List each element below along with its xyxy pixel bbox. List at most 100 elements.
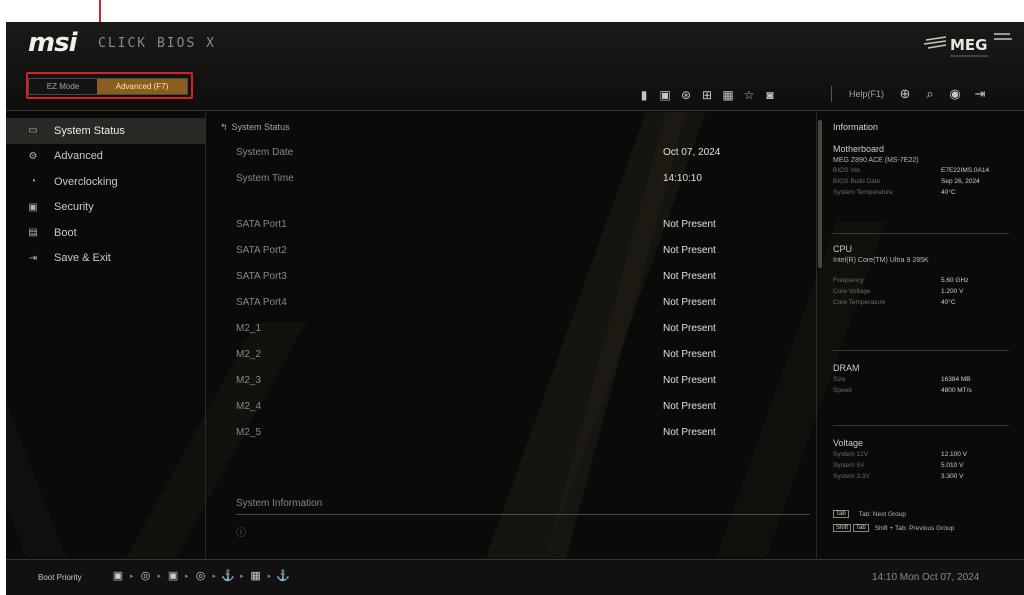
boot-priority-list: ▣ ▸ ◎ ▸ ▣ ▸ ◎ ▸ ⚓ ▸ ▦ ▸ ⚓ bbox=[111, 569, 290, 583]
fan-icon[interactable]: ⊛ bbox=[679, 88, 693, 102]
setting-value: Not Present bbox=[663, 323, 716, 334]
setting-label: SATA Port2 bbox=[236, 245, 287, 256]
section-title[interactable]: System Information bbox=[236, 498, 322, 509]
main-panel: ↰ System Status System Date Oct 07, 2024 S… bbox=[212, 112, 822, 558]
boot-icon: ▤ bbox=[28, 227, 38, 239]
sidebar-item-boot[interactable]: ▤ Boot bbox=[6, 220, 205, 246]
breadcrumb[interactable]: ↰ System Status bbox=[220, 122, 290, 133]
key-hint-text: Tab: Next Group bbox=[858, 510, 907, 518]
monitor-icon: ▭ bbox=[28, 125, 38, 137]
info-row: Core Temperature 40°C bbox=[833, 299, 956, 306]
utility-icons: ⊕ ⌕ ◉ ⇥ bbox=[897, 86, 988, 102]
info-row: Speed 4800 MT/s bbox=[833, 387, 972, 394]
clock-readout: 14:10 Mon Oct 07, 2024 bbox=[872, 572, 980, 583]
setting-label: M2_4 bbox=[236, 401, 262, 412]
group-heading: Voltage bbox=[833, 438, 864, 448]
group-heading: DRAM bbox=[833, 363, 860, 373]
exit-icon[interactable]: ⇥ bbox=[972, 86, 988, 102]
group-heading: CPU bbox=[833, 244, 853, 254]
usb-icon[interactable]: ▮ bbox=[637, 88, 651, 102]
hdd-icon[interactable]: ▣ bbox=[111, 569, 125, 583]
tab-key: Tab bbox=[833, 510, 849, 518]
sidebar-item-label: Overclocking bbox=[54, 175, 118, 188]
gauge-icon: ◔ bbox=[29, 176, 37, 188]
key-hint-text: Shift + Tab: Previous Group bbox=[874, 524, 955, 532]
arrow-icon: ▸ bbox=[240, 573, 244, 580]
setting-label: M2_2 bbox=[236, 349, 262, 360]
group-divider bbox=[833, 350, 1009, 351]
setting-row[interactable]: M2_4 Not Present bbox=[212, 398, 802, 418]
setting-row[interactable]: M2_5 Not Present bbox=[212, 424, 802, 444]
setting-value: Not Present bbox=[663, 297, 716, 308]
group-divider bbox=[833, 233, 1009, 234]
back-arrow-icon: ↰ bbox=[220, 122, 228, 132]
cpu-model: Intel(R) Core(TM) Ultra 9 285K bbox=[833, 257, 929, 264]
setting-row[interactable]: System Date Oct 07, 2024 bbox=[212, 144, 802, 164]
setting-row[interactable]: SATA Port4 Not Present bbox=[212, 294, 802, 314]
boot-priority-label: Boot Priority bbox=[38, 573, 82, 582]
motherboard-model: MEG Z890 ACE (MS-7E22) bbox=[833, 157, 919, 164]
setting-row[interactable]: SATA Port1 Not Present bbox=[212, 216, 802, 236]
setting-value[interactable]: 14:10:10 bbox=[663, 173, 702, 184]
exit-icon: ⇥ bbox=[28, 252, 38, 264]
arrow-icon: ▸ bbox=[130, 573, 134, 580]
screenshot-icon[interactable]: ◉ bbox=[947, 86, 963, 102]
info-row: System Temperature 40°C bbox=[833, 189, 956, 196]
sidebar: ▭ System Status ⚙ Advanced ◔ Overclockin… bbox=[6, 112, 206, 558]
sidebar-item-save-exit[interactable]: ⇥ Save & Exit bbox=[6, 246, 205, 272]
setting-row[interactable]: SATA Port3 Not Present bbox=[212, 268, 802, 288]
group-divider bbox=[833, 425, 1009, 426]
setting-value: Not Present bbox=[663, 271, 716, 282]
arrow-icon: ▸ bbox=[212, 573, 217, 580]
setting-row[interactable]: M2_1 Not Present bbox=[212, 320, 802, 340]
setting-row[interactable]: M2_2 Not Present bbox=[212, 346, 802, 366]
key-hint: Tab Tab: Next Group bbox=[833, 510, 906, 518]
memory-icon[interactable]: ▦ bbox=[721, 88, 735, 102]
setting-label: System Time bbox=[236, 173, 294, 184]
optical-disc-icon[interactable]: ◎ bbox=[139, 569, 153, 583]
group-heading: Motherboard bbox=[833, 144, 885, 154]
setting-value: Not Present bbox=[663, 375, 716, 386]
info-row: BIOS Build Date Sep 26, 2024 bbox=[833, 178, 980, 185]
setting-label: System Date bbox=[236, 147, 294, 158]
language-icon[interactable]: ⊕ bbox=[897, 86, 913, 102]
setting-value: Not Present bbox=[663, 427, 716, 438]
monitor-icon[interactable]: ⊞ bbox=[700, 88, 714, 102]
info-row: System 12V 12.100 V bbox=[833, 451, 968, 458]
setting-label: SATA Port4 bbox=[236, 297, 287, 308]
shift-key: Shift bbox=[833, 524, 852, 532]
usb-icon[interactable]: ⚓ bbox=[221, 569, 235, 583]
cpu-icon[interactable]: ▣ bbox=[658, 88, 672, 102]
search-icon[interactable]: ⌕ bbox=[922, 86, 938, 102]
meg-logo-text: MEG bbox=[950, 36, 988, 54]
sidebar-item-security[interactable]: ▣ Security bbox=[6, 195, 205, 221]
key-hint: Shift Tab Shift + Tab: Previous Group bbox=[833, 524, 954, 532]
setting-row[interactable]: M2_3 Not Present bbox=[212, 372, 802, 392]
setting-value[interactable]: Oct 07, 2024 bbox=[663, 147, 720, 158]
info-row: Frequency 5.60 GHz bbox=[833, 277, 969, 284]
help-button[interactable]: Help(F1) bbox=[849, 89, 884, 99]
sidebar-item-system-status[interactable]: ▭ System Status bbox=[6, 118, 205, 144]
setting-row[interactable]: SATA Port2 Not Present bbox=[212, 242, 802, 262]
setting-row[interactable]: System Time 14:10:10 bbox=[212, 170, 802, 190]
setting-label: SATA Port1 bbox=[236, 219, 287, 230]
setting-label: SATA Port3 bbox=[236, 271, 287, 282]
hdd-icon[interactable]: ▣ bbox=[166, 569, 180, 583]
sidebar-item-overclocking[interactable]: ◔ Overclocking bbox=[6, 169, 205, 195]
setting-label: M2_1 bbox=[236, 323, 262, 334]
network-icon[interactable]: ▦ bbox=[249, 569, 263, 583]
sidebar-item-label: Save & Exit bbox=[54, 252, 111, 265]
sidebar-item-label: System Status bbox=[54, 124, 125, 137]
gear-icon: ⚙ bbox=[28, 150, 38, 162]
setting-label: M2_3 bbox=[236, 375, 262, 386]
optical-disc-icon[interactable]: ◎ bbox=[194, 569, 208, 583]
voltage-group: Voltage System 12V 12.100 V System 5V 5.01… bbox=[833, 438, 1013, 484]
setting-value: Not Present bbox=[663, 219, 716, 230]
sidebar-item-label: Security bbox=[54, 201, 94, 214]
favorite-icon[interactable]: ☆ bbox=[742, 88, 756, 102]
usb-icon[interactable]: ⚓ bbox=[276, 569, 290, 583]
arrow-icon: ▸ bbox=[267, 573, 272, 580]
sidebar-item-advanced[interactable]: ⚙ Advanced bbox=[6, 144, 205, 170]
save-icon[interactable]: ◙ bbox=[763, 88, 777, 102]
setting-value: Not Present bbox=[663, 401, 716, 412]
